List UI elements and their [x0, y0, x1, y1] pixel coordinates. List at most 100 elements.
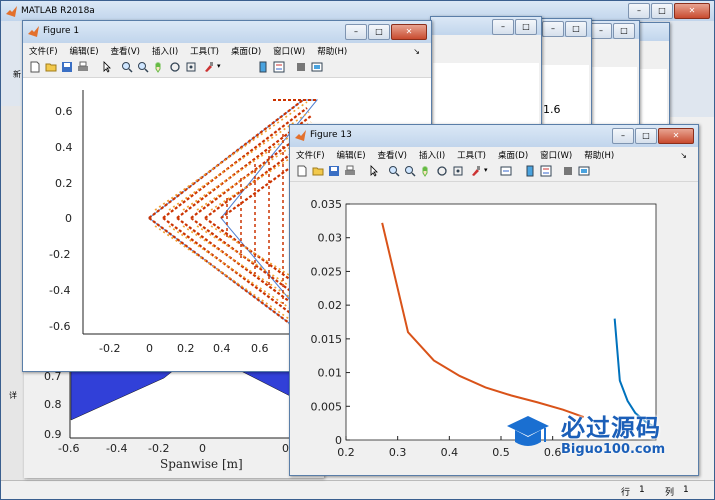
spanwise-xlabel: Spanwise [m] — [160, 457, 243, 471]
menu-view[interactable]: 查看(V) — [372, 149, 413, 161]
main-window-buttons: – □ ✕ — [628, 3, 710, 19]
x-tick-label: 0.4 — [441, 446, 459, 459]
legend-icon[interactable] — [273, 61, 285, 73]
figure1-xtick: 0.4 — [213, 342, 231, 355]
menu-insert[interactable]: 插入(I) — [146, 45, 184, 57]
brush-icon[interactable] — [470, 165, 482, 177]
y-tick-label: 0.015 — [311, 333, 343, 346]
watermark: 必过源码 Biguo100.com — [505, 404, 705, 464]
show-plot-tools-icon[interactable] — [311, 61, 323, 73]
maximize-button[interactable]: □ — [635, 128, 657, 144]
figure13-titlebar[interactable]: Figure 13 – □ ✕ — [290, 125, 698, 147]
spanwise-xtick: -0.4 — [106, 442, 127, 455]
menu-help[interactable]: 帮助(H) — [578, 149, 620, 161]
new-button-label[interactable]: 新 — [13, 69, 21, 80]
data-cursor-icon[interactable] — [185, 61, 197, 73]
close-button[interactable]: ✕ — [391, 24, 427, 40]
figure1-xtick: 0.2 — [177, 342, 195, 355]
pointer-icon[interactable] — [368, 165, 380, 177]
spanwise-xtick: 0 — [199, 442, 206, 455]
pointer-icon[interactable] — [101, 61, 113, 73]
pan-hand-icon[interactable] — [420, 165, 432, 177]
menu-help[interactable]: 帮助(H) — [311, 45, 353, 57]
menu-desktop[interactable]: 桌面(D) — [225, 45, 267, 57]
details-panel-label[interactable]: 详 — [9, 390, 17, 401]
x-tick-label: 0.3 — [389, 446, 407, 459]
minimize-button[interactable]: – — [628, 3, 650, 19]
brush-icon[interactable] — [203, 61, 215, 73]
minimize-button[interactable]: – — [612, 128, 634, 144]
hide-plot-tools-icon[interactable] — [562, 165, 574, 177]
figure1-xtick: 0.6 — [251, 342, 269, 355]
new-figure-icon[interactable] — [29, 61, 41, 73]
spanwise-ytick: 0.9 — [44, 428, 62, 441]
menu-tools[interactable]: 工具(T) — [184, 45, 225, 57]
rotate-icon[interactable] — [169, 61, 181, 73]
spanwise-xtick: 0 — [282, 442, 289, 455]
main-window-title: MATLAB R2018a — [21, 6, 95, 16]
data-cursor-icon[interactable] — [452, 165, 464, 177]
colorbar-icon[interactable] — [257, 61, 269, 73]
zoom-in-icon[interactable] — [121, 61, 133, 73]
brush-dropdown-icon[interactable]: ▾ — [484, 166, 488, 174]
figure1-xtick: 0 — [146, 342, 153, 355]
menu-edit[interactable]: 编辑(E) — [64, 45, 105, 57]
open-folder-icon[interactable] — [45, 61, 57, 73]
menu-tools[interactable]: 工具(T) — [451, 149, 492, 161]
menu-window[interactable]: 窗口(W) — [534, 149, 578, 161]
save-icon[interactable] — [328, 165, 340, 177]
menu-file[interactable]: 文件(F) — [23, 45, 64, 57]
figure1-titlebar[interactable]: Figure 1 – □ ✕ — [23, 21, 431, 43]
spanwise-xtick: -0.2 — [148, 442, 169, 455]
figure1-xtick: -0.2 — [99, 342, 120, 355]
matlab-logo-icon — [28, 26, 39, 37]
close-button[interactable]: ✕ — [658, 128, 694, 144]
matlab-logo-icon — [6, 6, 17, 17]
y-tick-label: 0.01 — [318, 367, 343, 380]
colorbar-icon[interactable] — [524, 165, 536, 177]
main-statusbar: 行 1 列 1 — [1, 480, 714, 499]
menu-window[interactable]: 窗口(W) — [267, 45, 311, 57]
menu-dock-icon[interactable]: ↘ — [407, 47, 426, 56]
figure13-title: Figure 13 — [310, 130, 352, 140]
new-figure-icon[interactable] — [296, 165, 308, 177]
y-tick-label: 0.02 — [318, 299, 343, 312]
spanwise-ytick: 0.8 — [44, 398, 62, 411]
menu-edit[interactable]: 编辑(E) — [331, 149, 372, 161]
watermark-url: Biguo100.com — [561, 442, 666, 457]
col-label: 列 — [665, 488, 675, 498]
figure13-menubar: 文件(F) 编辑(E) 查看(V) 插入(I) 工具(T) 桌面(D) 窗口(W… — [290, 147, 698, 163]
figure1-ytick: 0 — [65, 212, 72, 225]
zoom-in-icon[interactable] — [388, 165, 400, 177]
zoom-out-icon[interactable] — [404, 165, 416, 177]
background-tick-label: 1.6 — [543, 103, 561, 116]
save-icon[interactable] — [61, 61, 73, 73]
print-icon[interactable] — [77, 61, 89, 73]
zoom-out-icon[interactable] — [137, 61, 149, 73]
rotate-icon[interactable] — [436, 165, 448, 177]
minimize-button[interactable]: – — [345, 24, 367, 40]
main-titlebar: MATLAB R2018a — [1, 1, 714, 21]
legend-icon[interactable] — [540, 165, 552, 177]
hide-plot-tools-icon[interactable] — [295, 61, 307, 73]
menu-dock-icon[interactable]: ↘ — [674, 151, 693, 160]
background-figure-window[interactable]: – □ — [430, 16, 542, 130]
open-folder-icon[interactable] — [312, 165, 324, 177]
figure1-ytick: 0.6 — [55, 105, 73, 118]
brush-dropdown-icon[interactable]: ▾ — [217, 62, 221, 70]
close-button[interactable]: ✕ — [674, 3, 710, 19]
figure1-ytick: 0.4 — [55, 141, 73, 154]
figure1-ytick: -0.4 — [49, 284, 70, 297]
maximize-button[interactable]: □ — [651, 3, 673, 19]
show-plot-tools-icon[interactable] — [578, 165, 590, 177]
pan-hand-icon[interactable] — [153, 61, 165, 73]
menu-insert[interactable]: 插入(I) — [413, 149, 451, 161]
figure1-title: Figure 1 — [43, 26, 80, 36]
maximize-button[interactable]: □ — [368, 24, 390, 40]
link-plot-icon[interactable] — [500, 165, 512, 177]
menu-desktop[interactable]: 桌面(D) — [492, 149, 534, 161]
menu-view[interactable]: 查看(V) — [105, 45, 146, 57]
col-value: 1 — [683, 485, 689, 495]
menu-file[interactable]: 文件(F) — [290, 149, 331, 161]
print-icon[interactable] — [344, 165, 356, 177]
